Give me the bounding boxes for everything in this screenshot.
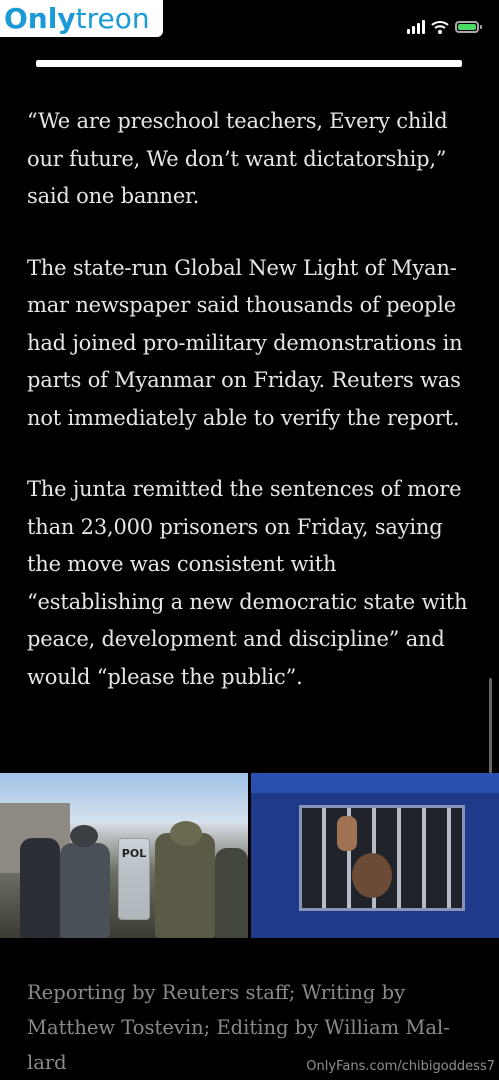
prisoner-hand	[337, 816, 357, 851]
article-paragraph: “We are preschool teachers, Every child …	[27, 109, 448, 208]
signal-icon	[407, 20, 425, 34]
scrollbar[interactable]	[489, 678, 492, 776]
watermark-url: OnlyFans.com/chibigoddess7	[306, 1059, 495, 1074]
battery-icon	[455, 21, 482, 33]
watermark-logo: Onlytreon	[0, 0, 163, 37]
wifi-icon	[431, 21, 449, 34]
photo-helmet	[70, 825, 98, 847]
photo-officer	[155, 833, 215, 938]
prisoner-face	[352, 853, 392, 898]
article-paragraph: The state-run Global New Light of Myan­m…	[27, 255, 463, 430]
photo-police[interactable]: POL	[0, 773, 248, 938]
article-paragraph: The junta remitted the sentences of more…	[27, 477, 468, 689]
photo-officer	[20, 838, 60, 938]
photo-helmet	[170, 821, 202, 846]
photo-officer	[215, 848, 248, 938]
photo-shield: POL	[118, 838, 150, 920]
truck-roof	[251, 773, 499, 793]
truck-window	[299, 805, 465, 911]
photo-prison-truck[interactable]	[251, 773, 499, 938]
article-body: “We are preschool teachers, Every child …	[27, 103, 477, 730]
photo-officer	[60, 843, 110, 938]
status-bar: Onlytreon	[0, 0, 499, 48]
url-bar[interactable]	[36, 60, 462, 67]
status-icons	[407, 20, 482, 34]
